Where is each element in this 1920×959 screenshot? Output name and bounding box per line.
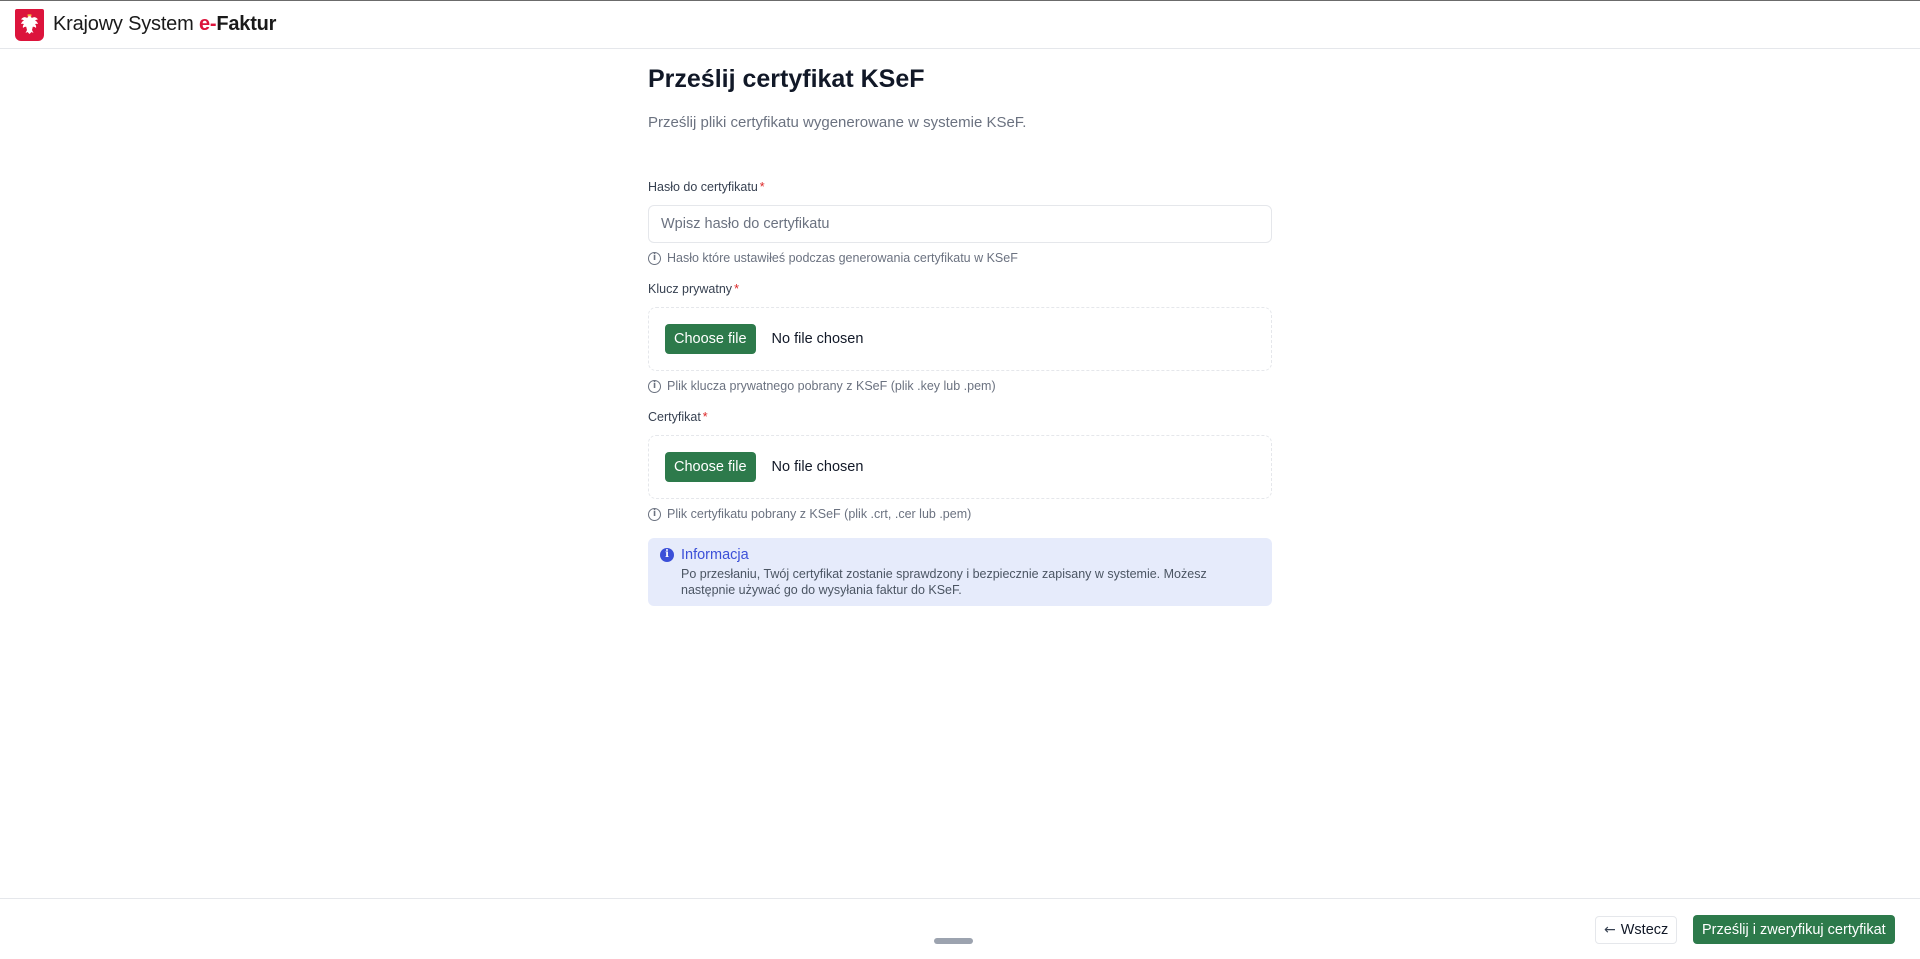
brand-faktur: Faktur [216, 13, 277, 35]
info-alert: i Informacja Po przesłaniu, Twój certyfi… [648, 538, 1272, 606]
private-key-file-input[interactable]: Choose file No file chosen [648, 307, 1272, 371]
private-key-hint: i Plik klucza prywatnego pobrany z KSeF … [648, 379, 996, 393]
required-mark: * [734, 282, 739, 296]
footer-bar: ← Wstecz Prześlij i zweryfikuj certyfika… [0, 898, 1920, 959]
required-mark: * [702, 410, 708, 424]
back-button-label: Wstecz [1620, 922, 1669, 938]
page-title: Prześlij certyfikat KSeF [648, 65, 925, 93]
certificate-file-status: No file chosen [771, 459, 864, 475]
submit-verify-certificate-button[interactable]: Prześlij i zweryfikuj certyfikat [1693, 915, 1895, 944]
brand-prefix: Krajowy System [53, 13, 199, 35]
brand-e: e- [198, 13, 217, 35]
page-subtitle: Prześlij pliki certyfikatu wygenerowane … [648, 114, 1027, 131]
arrow-left-icon: ← [1604, 922, 1616, 938]
private-key-choose-file-button[interactable]: Choose file [665, 324, 756, 354]
private-key-file-status: No file chosen [771, 331, 864, 347]
back-button[interactable]: ← Wstecz [1595, 916, 1678, 944]
certificate-hint: i Plik certyfikatu pobrany z KSeF (plik … [648, 507, 971, 521]
drag-handle[interactable] [934, 938, 973, 944]
certificate-password-input[interactable] [648, 205, 1272, 243]
password-hint: i Hasło które ustawiłeś podczas generowa… [648, 251, 1018, 265]
top-bar: Krajowy System e-Faktur [0, 0, 1920, 49]
certificate-file-input[interactable]: Choose file No file chosen [648, 435, 1272, 499]
required-mark: * [759, 180, 765, 194]
certificate-choose-file-button[interactable]: Choose file [665, 452, 756, 482]
private-key-label: Klucz prywatny * [648, 282, 739, 296]
certificate-label: Certyfikat * [648, 410, 708, 424]
eagle-emblem-icon [15, 8, 44, 41]
info-circle-icon: i [648, 251, 661, 265]
password-label: Hasło do certyfikatu * [648, 180, 765, 194]
info-filled-icon: i [660, 548, 674, 562]
info-circle-icon: i [648, 379, 661, 393]
info-alert-title: Informacja [681, 547, 749, 563]
info-alert-body: Po przesłaniu, Twój certyfikat zostanie … [681, 567, 1207, 597]
brand-title: Krajowy System e-Faktur [53, 13, 276, 36]
info-circle-icon: i [648, 507, 661, 521]
info-alert-header: i Informacja [660, 547, 1260, 563]
